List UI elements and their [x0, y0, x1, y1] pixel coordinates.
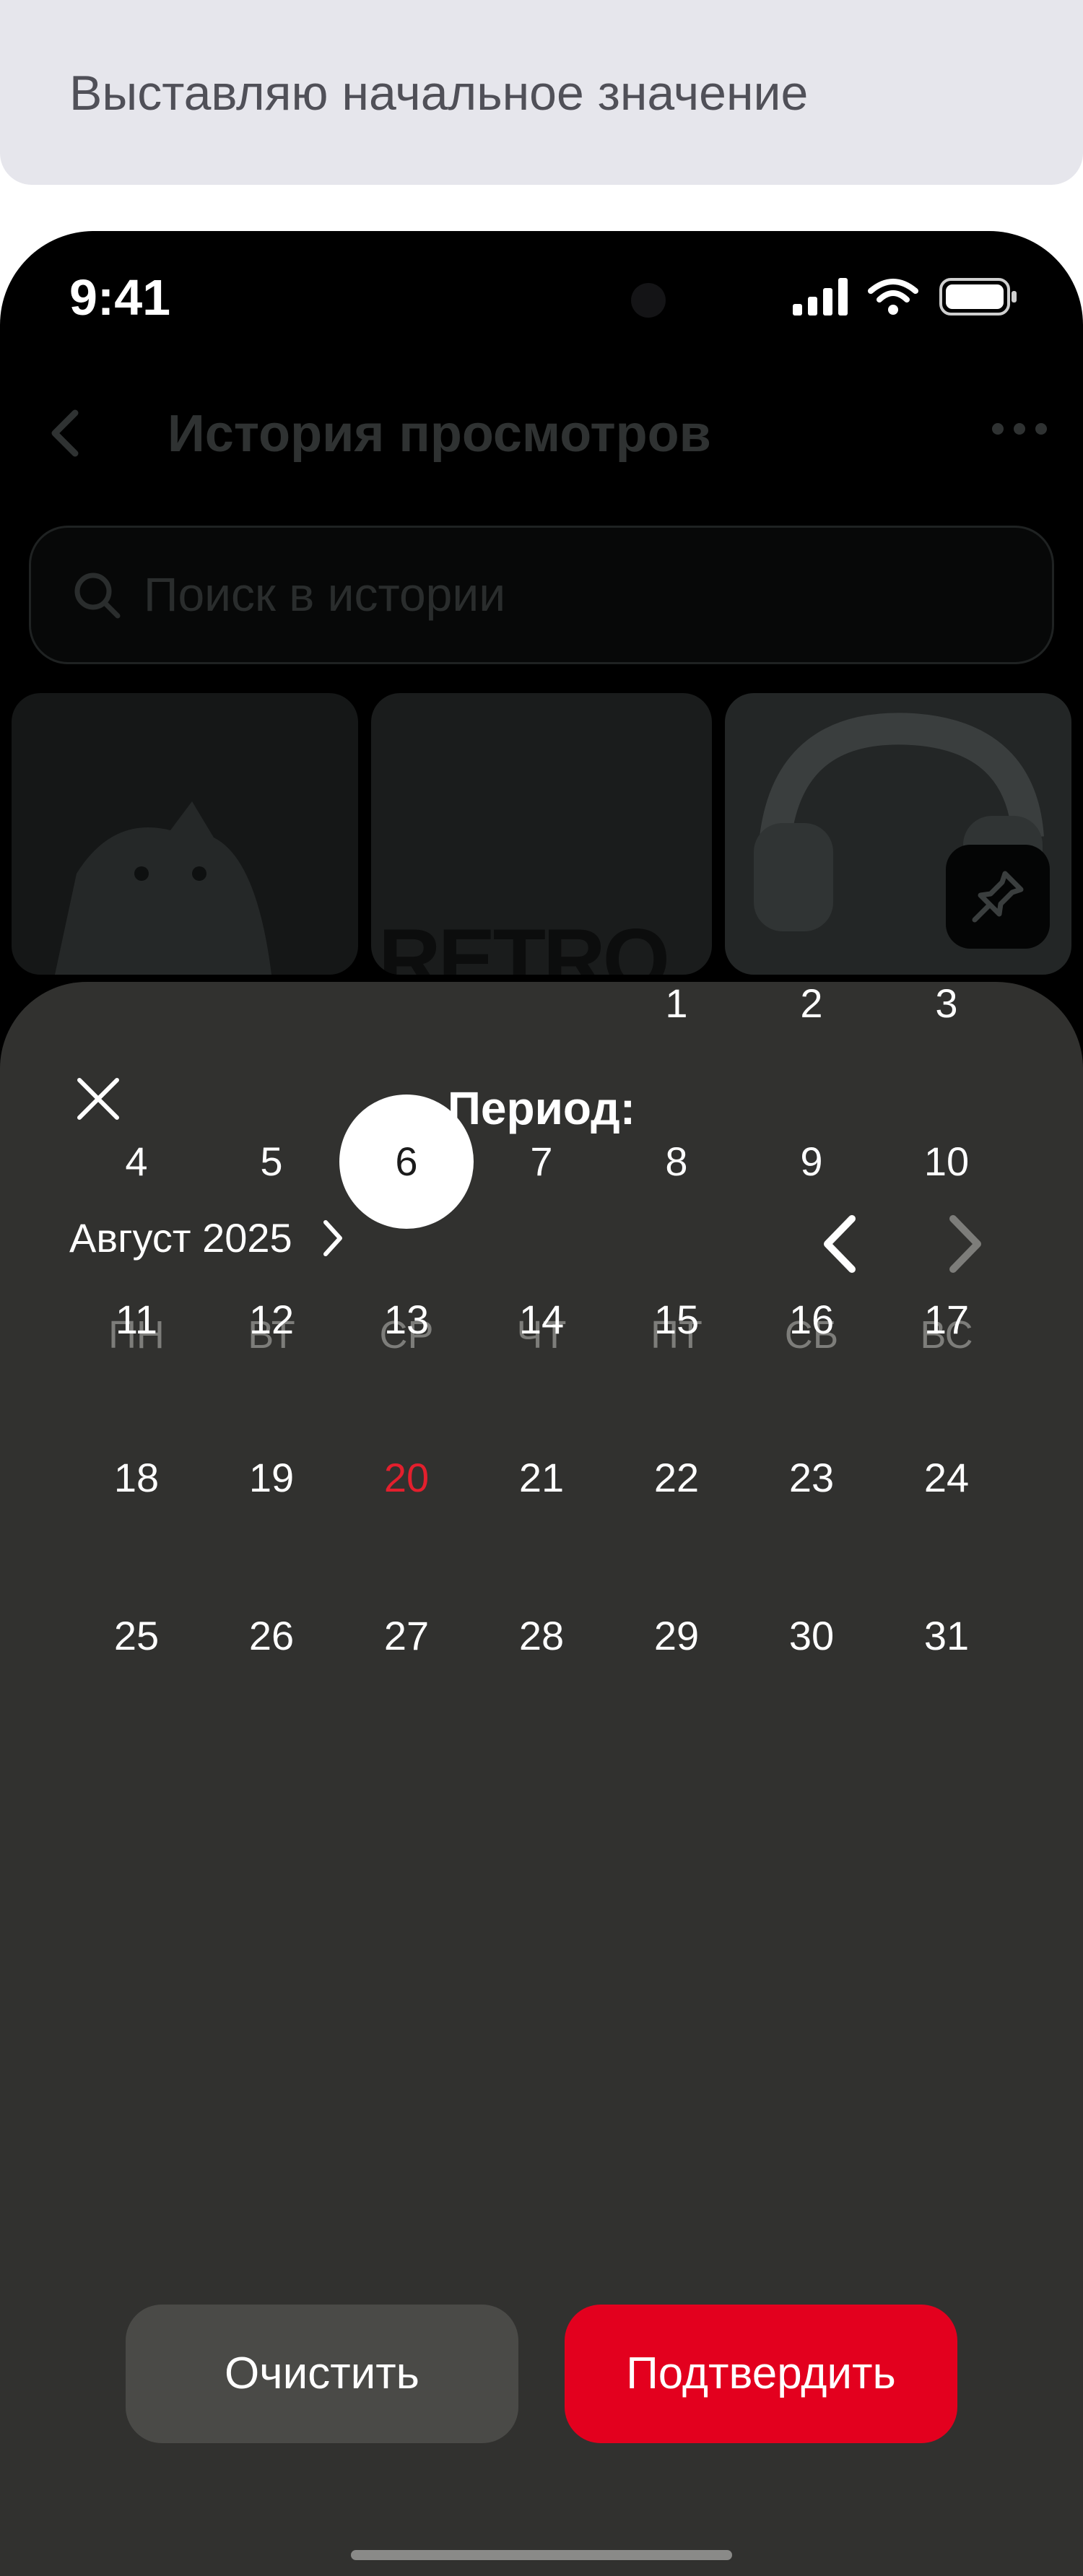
battery-icon [939, 278, 1017, 316]
calendar-day[interactable]: 15 [609, 1253, 744, 1387]
period-bottom-sheet: Период: Август 2025 ПН ВТ СР ЧТ ПТ СБ ВС 12345… [0, 980, 1083, 2576]
back-button[interactable] [43, 404, 87, 462]
history-thumbnail-retro[interactable]: RETRO [371, 693, 712, 975]
calendar-day[interactable]: 21 [474, 1411, 609, 1545]
calendar-day-selected[interactable]: 6 [339, 1095, 474, 1229]
calendar-day[interactable]: 24 [879, 1411, 1014, 1545]
calendar-day[interactable]: 8 [609, 1095, 744, 1229]
calendar-day[interactable]: 13 [339, 1253, 474, 1387]
pin-icon [972, 871, 1024, 923]
more-dot-icon [992, 423, 1004, 435]
status-time: 9:41 [69, 269, 171, 326]
calendar-day[interactable]: 20 [339, 1411, 474, 1545]
calendar-day[interactable]: 9 [744, 1095, 879, 1229]
calendar-day[interactable]: 4 [69, 1095, 204, 1229]
calendar-day[interactable]: 28 [474, 1569, 609, 1703]
calendar-day[interactable]: 27 [339, 1569, 474, 1703]
history-thumbnail-headphones[interactable] [725, 693, 1071, 975]
calendar-day[interactable]: 31 [879, 1569, 1014, 1703]
calendar-day[interactable]: 26 [204, 1569, 339, 1703]
calendar-day[interactable]: 5 [204, 1095, 339, 1229]
chevron-left-icon [51, 409, 79, 457]
confirm-button[interactable]: Подтвердить [565, 2305, 957, 2443]
clear-button[interactable]: Очистить [126, 2305, 518, 2443]
caption-banner: Выставляю начальное значение [0, 0, 1083, 185]
calendar-day[interactable]: 18 [69, 1411, 204, 1545]
wifi-icon [868, 279, 918, 315]
calendar-day[interactable]: 1 [609, 936, 744, 1071]
history-thumbnail-cat[interactable] [12, 693, 358, 975]
calendar-day[interactable]: 2 [744, 936, 879, 1071]
calendar-day[interactable]: 23 [744, 1411, 879, 1545]
search-placeholder: Поиск в истории [144, 567, 506, 621]
front-camera [631, 283, 666, 318]
status-icons [793, 277, 1018, 316]
calendar-day[interactable]: 10 [879, 1095, 1014, 1229]
calendar-day[interactable]: 17 [879, 1253, 1014, 1387]
calendar-day[interactable]: 22 [609, 1411, 744, 1545]
calendar-day[interactable]: 19 [204, 1411, 339, 1545]
calendar-day[interactable]: 7 [474, 1095, 609, 1229]
calendar-day[interactable]: 25 [69, 1569, 204, 1703]
search-icon [74, 573, 121, 619]
calendar-day[interactable]: 16 [744, 1253, 879, 1387]
phone-screen: История просмотров Поиск в истории RETRO… [0, 231, 1083, 2576]
search-input[interactable]: Поиск в истории [29, 526, 1054, 664]
calendar-day[interactable]: 14 [474, 1253, 609, 1387]
home-indicator [351, 2550, 732, 2560]
more-button[interactable] [992, 423, 1047, 435]
more-dot-icon [1014, 423, 1025, 435]
pin-button[interactable] [946, 845, 1050, 949]
more-dot-icon [1035, 423, 1047, 435]
calendar-day[interactable]: 29 [609, 1569, 744, 1703]
page-title: История просмотров [168, 405, 711, 463]
caption-text: Выставляю начальное значение [69, 66, 809, 121]
calendar-day[interactable]: 12 [204, 1253, 339, 1387]
signal-icon [793, 278, 848, 316]
chevron-right-icon [323, 1219, 342, 1256]
calendar-day[interactable]: 3 [879, 936, 1014, 1071]
calendar-day[interactable]: 11 [69, 1253, 204, 1387]
calendar-day[interactable]: 30 [744, 1569, 879, 1703]
